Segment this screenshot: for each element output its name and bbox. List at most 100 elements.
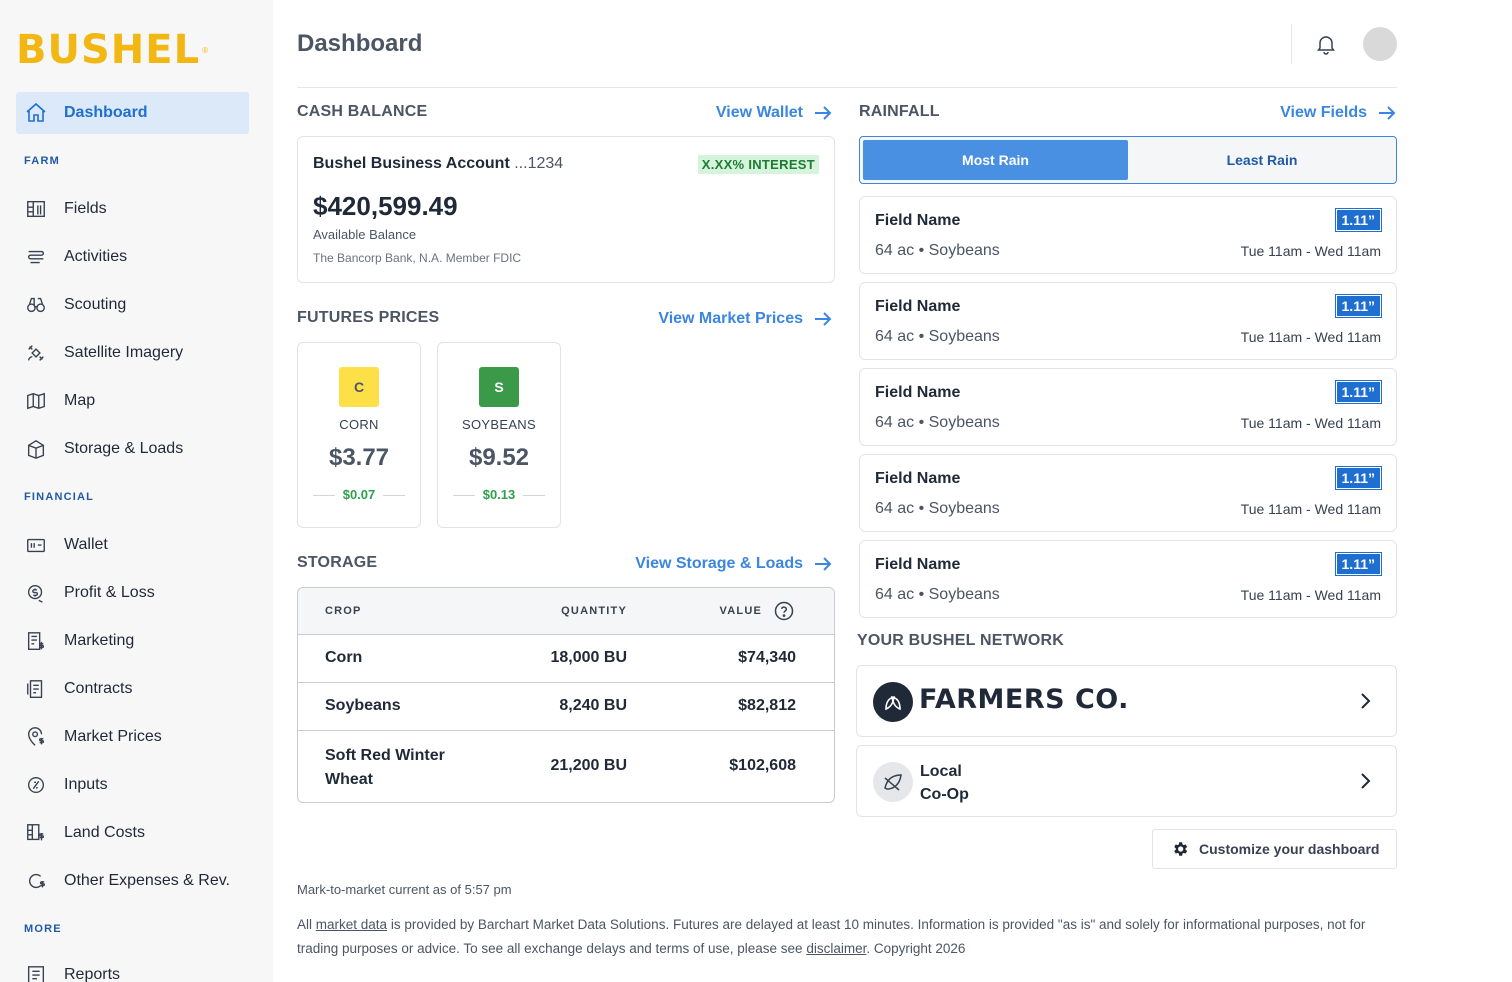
- sidebar-item-fields[interactable]: Fields: [16, 188, 249, 230]
- sidebar-item-market-prices[interactable]: Market Prices: [16, 716, 249, 758]
- local-coop-card[interactable]: Local Co-Op: [856, 745, 1397, 817]
- most-rain-button[interactable]: Most Rain: [863, 140, 1128, 180]
- sidebar-item-label: Reports: [64, 966, 121, 982]
- sidebar-item-storage-loads[interactable]: Storage & Loads: [16, 428, 249, 470]
- field-details: 64 ac • Soybeans: [875, 500, 1000, 517]
- sidebar-item-other-expenses[interactable]: Other Expenses & Rev.: [16, 860, 249, 902]
- bell-icon[interactable]: [1314, 32, 1338, 56]
- customize-dashboard-button[interactable]: Customize your dashboard: [1152, 829, 1397, 869]
- disclaimer-link[interactable]: disclaimer: [806, 941, 866, 956]
- farmers-co-card[interactable]: FARMERS CO.: [856, 665, 1397, 737]
- sidebar-item-label: Other Expenses & Rev.: [64, 872, 230, 889]
- sidebar-item-contracts[interactable]: Contracts: [16, 668, 249, 710]
- field-details: 64 ac • Soybeans: [875, 242, 1000, 259]
- view-wallet-link[interactable]: View Wallet: [716, 103, 833, 123]
- storage-table: CROP QUANTITY VALUE Corn 18,000 BU $74,3…: [297, 587, 835, 803]
- interest-badge: X.XX% INTEREST: [697, 155, 819, 174]
- table-row[interactable]: Soybeans 8,240 BU $82,812: [298, 683, 834, 731]
- future-card-corn[interactable]: C CORN $3.77 $0.07: [297, 342, 421, 528]
- section-more: MORE: [24, 923, 62, 935]
- commodity-price: $3.77: [328, 444, 390, 471]
- mark-to-market-note: Mark-to-market current as of 5:57 pm: [297, 882, 512, 897]
- sidebar-item-land-costs[interactable]: Land Costs: [16, 812, 249, 854]
- view-market-prices-label: View Market Prices: [658, 310, 803, 327]
- cash-balance-card[interactable]: Bushel Business Account ...1234 X.XX% IN…: [297, 136, 835, 283]
- local-coop-line: Co-Op: [920, 786, 969, 803]
- quantity-cell: 21,200 BU: [550, 757, 628, 774]
- sidebar-item-label: Scouting: [64, 296, 127, 313]
- arrow-right-icon: [815, 312, 832, 326]
- account-name-text: Bushel Business Account: [313, 155, 510, 172]
- view-fields-link[interactable]: View Fields: [1280, 103, 1397, 123]
- header-divider-line: [297, 87, 1397, 88]
- view-storage-loads-link[interactable]: View Storage & Loads: [635, 554, 833, 574]
- arrow-right-icon: [1379, 106, 1396, 120]
- crop-cell: Soft Red Winter Wheat: [325, 744, 445, 792]
- contracts-icon: [24, 677, 48, 701]
- sidebar-item-label: Activities: [64, 248, 128, 265]
- sidebar-item-inputs[interactable]: Inputs: [16, 764, 249, 806]
- table-row[interactable]: Corn 18,000 BU $74,340: [298, 635, 834, 683]
- rainfall-toggle: Most Rain Least Rain: [859, 136, 1397, 184]
- sidebar-item-label: Profit & Loss: [64, 584, 155, 601]
- commodity-change: $0.13: [453, 487, 545, 502]
- rain-amount-badge: 1.11”: [1334, 208, 1383, 232]
- table-row[interactable]: Soft Red Winter Wheat 21,200 BU $102,608: [298, 731, 834, 802]
- bushel-logo[interactable]: BUSHEL ®: [16, 30, 208, 70]
- commodity-name: CORN: [339, 417, 379, 432]
- sidebar-item-wallet[interactable]: Wallet: [16, 524, 249, 566]
- field-details: 64 ac • Soybeans: [875, 328, 1000, 345]
- rainfall-field-card[interactable]: Field Name 1.11” 64 ac • Soybeans Tue 11…: [859, 282, 1397, 360]
- value-cell: $74,340: [738, 649, 796, 666]
- future-card-soybeans[interactable]: S SOYBEANS $9.52 $0.13: [437, 342, 561, 528]
- sidebar-item-profit-loss[interactable]: Profit & Loss: [16, 572, 249, 614]
- logo-text: BUSHEL: [16, 27, 201, 73]
- commodity-price: $9.52: [468, 444, 530, 471]
- sidebar-item-scouting[interactable]: Scouting: [16, 284, 249, 326]
- network-title: YOUR BUSHEL NETWORK: [857, 632, 1065, 649]
- bank-disclosure: The Bancorp Bank, N.A. Member FDIC: [313, 251, 522, 265]
- rainfall-field-card[interactable]: Field Name 1.11” 64 ac • Soybeans Tue 11…: [859, 196, 1397, 274]
- crop-cell: Soybeans: [325, 697, 401, 714]
- section-farm: FARM: [24, 155, 60, 167]
- col-quantity: QUANTITY: [561, 605, 627, 617]
- other-expenses-icon: [24, 869, 48, 893]
- rainfall-field-card[interactable]: Field Name 1.11” 64 ac • Soybeans Tue 11…: [859, 454, 1397, 532]
- view-market-prices-link[interactable]: View Market Prices: [658, 309, 833, 329]
- inputs-icon: [24, 773, 48, 797]
- sidebar-item-label: Storage & Loads: [64, 440, 184, 457]
- local-coop-line: Local: [920, 763, 962, 780]
- sidebar-item-marketing[interactable]: Marketing: [16, 620, 249, 662]
- account-name: Bushel Business Account ...1234: [313, 155, 563, 173]
- storage-title: STORAGE: [297, 554, 378, 571]
- binoculars-icon: [24, 293, 48, 317]
- help-icon[interactable]: [774, 601, 794, 621]
- divider: [313, 495, 335, 496]
- sidebar-item-activities[interactable]: Activities: [16, 236, 249, 278]
- field-name: Field Name: [875, 556, 961, 573]
- rain-time-range: Tue 11am - Wed 11am: [1240, 329, 1381, 345]
- sidebar-item-label: Wallet: [64, 536, 108, 553]
- disclaimer-text: . Copyright 2026: [866, 941, 966, 956]
- rainfall-field-card[interactable]: Field Name 1.11” 64 ac • Soybeans Tue 11…: [859, 368, 1397, 446]
- least-rain-button[interactable]: Least Rain: [1130, 140, 1394, 180]
- col-value: VALUE: [719, 605, 762, 617]
- quantity-cell: 18,000 BU: [550, 649, 628, 666]
- field-name: Field Name: [875, 470, 961, 487]
- change-value: $0.07: [342, 487, 376, 502]
- sidebar-item-reports[interactable]: Reports: [16, 954, 249, 982]
- gear-icon: [1174, 842, 1188, 856]
- sidebar-item-map[interactable]: Map: [16, 380, 249, 422]
- sidebar-item-satellite-imagery[interactable]: Satellite Imagery: [16, 332, 249, 374]
- avatar[interactable]: [1363, 27, 1397, 61]
- sidebar-item-label: Land Costs: [64, 824, 145, 841]
- sidebar-item-label: Dashboard: [64, 104, 148, 121]
- sidebar-item-label: Market Prices: [64, 728, 162, 745]
- market-data-link[interactable]: market data: [316, 917, 387, 932]
- chevron-right-icon: [1361, 773, 1371, 789]
- commodity-badge: S: [479, 367, 519, 407]
- sidebar-item-dashboard[interactable]: Dashboard: [16, 92, 249, 134]
- rainfall-field-card[interactable]: Field Name 1.11” 64 ac • Soybeans Tue 11…: [859, 540, 1397, 618]
- table-header: CROP QUANTITY VALUE: [298, 588, 834, 635]
- quantity-cell: 8,240 BU: [559, 697, 627, 714]
